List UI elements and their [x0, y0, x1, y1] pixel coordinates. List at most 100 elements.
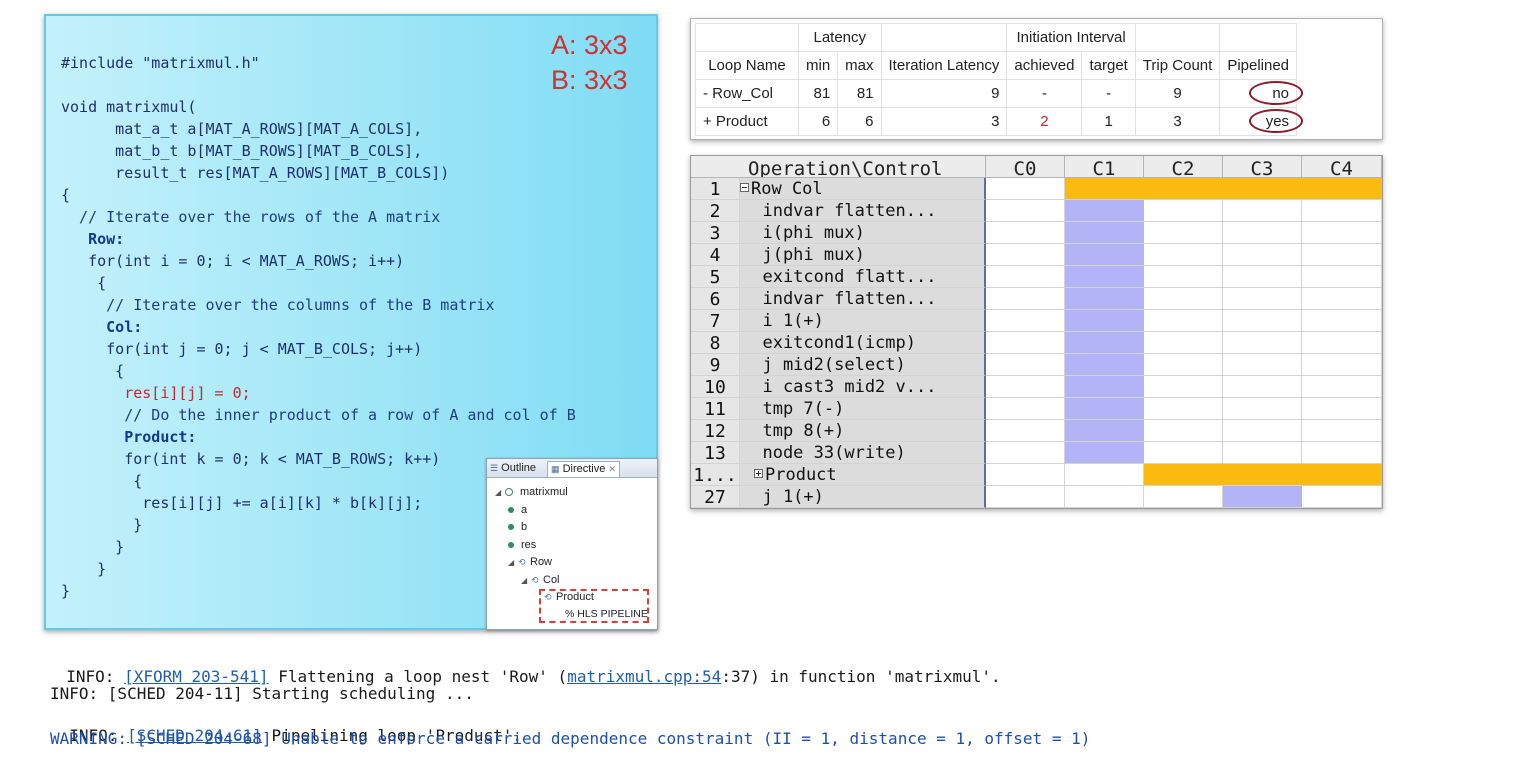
- schedule-row[interactable]: 4 j(phi mux): [691, 244, 1382, 266]
- control-step-cell[interactable]: [1144, 266, 1223, 288]
- control-step-cell[interactable]: [1144, 486, 1223, 508]
- schedule-row[interactable]: 11 tmp 7(-): [691, 398, 1382, 420]
- control-step-cell[interactable]: [986, 398, 1065, 420]
- expand-triangle-icon[interactable]: ◢: [521, 572, 531, 589]
- tree-item[interactable]: ◢ ⟲ Col: [521, 572, 560, 589]
- control-step-cell[interactable]: [986, 310, 1065, 332]
- control-step-cell[interactable]: [1223, 376, 1302, 398]
- control-step-cell[interactable]: [1302, 354, 1382, 376]
- control-step-cell[interactable]: [1065, 486, 1144, 508]
- control-step-cell[interactable]: [1065, 222, 1144, 244]
- control-step-cell[interactable]: [1302, 222, 1382, 244]
- control-step-cell[interactable]: [1223, 222, 1302, 244]
- loop-row[interactable]: - Row_Col 81 81 9- -9 no: [695, 79, 1298, 108]
- schedule-row[interactable]: 12 tmp 8(+): [691, 420, 1382, 442]
- expand-icon[interactable]: [754, 469, 763, 478]
- schedule-row[interactable]: 27 j 1(+): [691, 486, 1382, 508]
- control-step-cell[interactable]: [986, 354, 1065, 376]
- tab-directive[interactable]: ▦ Directive ✕: [547, 461, 620, 477]
- control-step-cell[interactable]: [1302, 200, 1382, 222]
- control-step-cell[interactable]: [1302, 442, 1382, 464]
- control-step-cell[interactable]: [1223, 464, 1302, 486]
- schedule-row[interactable]: 6 indvar flatten...: [691, 288, 1382, 310]
- control-step-header[interactable]: C2: [1144, 156, 1223, 178]
- control-step-cell[interactable]: [1144, 354, 1223, 376]
- control-step-cell[interactable]: [1223, 354, 1302, 376]
- close-icon[interactable]: ✕: [608, 464, 616, 474]
- control-step-cell[interactable]: [1302, 420, 1382, 442]
- control-step-cell[interactable]: [1144, 310, 1223, 332]
- control-step-cell[interactable]: [1223, 420, 1302, 442]
- schedule-row[interactable]: 1... Product: [691, 464, 1382, 486]
- control-step-cell[interactable]: [986, 442, 1065, 464]
- control-step-cell[interactable]: [1144, 178, 1223, 200]
- schedule-row[interactable]: 7 i 1(+): [691, 310, 1382, 332]
- control-step-header[interactable]: C3: [1223, 156, 1302, 178]
- control-step-cell[interactable]: [1302, 310, 1382, 332]
- control-step-cell[interactable]: [1302, 376, 1382, 398]
- control-step-cell[interactable]: [1065, 464, 1144, 486]
- schedule-row[interactable]: 3 i(phi mux): [691, 222, 1382, 244]
- control-step-cell[interactable]: [1223, 266, 1302, 288]
- control-step-cell[interactable]: [1302, 244, 1382, 266]
- control-step-cell[interactable]: [1144, 442, 1223, 464]
- control-step-header[interactable]: C0: [986, 156, 1065, 178]
- control-step-cell[interactable]: [1144, 332, 1223, 354]
- control-step-cell[interactable]: [1144, 398, 1223, 420]
- control-step-cell[interactable]: [1065, 244, 1144, 266]
- schedule-row[interactable]: 9 j mid2(select): [691, 354, 1382, 376]
- control-step-cell[interactable]: [1302, 288, 1382, 310]
- control-step-cell[interactable]: [1065, 354, 1144, 376]
- schedule-row[interactable]: 1 Row Col: [691, 178, 1382, 200]
- source-file-link[interactable]: matrixmul.cpp:54: [567, 667, 721, 686]
- control-step-cell[interactable]: [1223, 178, 1302, 200]
- tree-item[interactable]: ◢ ⟲ Row: [508, 554, 552, 571]
- tree-item[interactable]: a: [508, 502, 527, 519]
- control-step-header[interactable]: C4: [1302, 156, 1382, 178]
- schedule-row[interactable]: 5 exitcond flatt...: [691, 266, 1382, 288]
- control-step-cell[interactable]: [1065, 178, 1144, 200]
- control-step-cell[interactable]: [1302, 464, 1382, 486]
- schedule-row[interactable]: 8 exitcond1(icmp): [691, 332, 1382, 354]
- loop-row[interactable]: + Product 6 6 3 2 1 3 yes: [695, 107, 1298, 136]
- control-step-cell[interactable]: [1223, 288, 1302, 310]
- control-step-cell[interactable]: [986, 420, 1065, 442]
- control-step-cell[interactable]: [1065, 376, 1144, 398]
- control-step-cell[interactable]: [1144, 288, 1223, 310]
- tab-outline[interactable]: ☰ Outline: [490, 461, 536, 476]
- control-step-cell[interactable]: [1223, 442, 1302, 464]
- schedule-row[interactable]: 10 i cast3 mid2 v...: [691, 376, 1382, 398]
- control-step-cell[interactable]: [1302, 486, 1382, 508]
- control-step-cell[interactable]: [986, 200, 1065, 222]
- tree-item[interactable]: ◢ matrixmul: [495, 484, 568, 501]
- control-step-cell[interactable]: [1223, 310, 1302, 332]
- control-step-cell[interactable]: [986, 222, 1065, 244]
- expand-triangle-icon[interactable]: ◢: [508, 554, 518, 571]
- expand-triangle-icon[interactable]: ◢: [495, 484, 505, 501]
- control-step-cell[interactable]: [1144, 222, 1223, 244]
- control-step-cell[interactable]: [1065, 398, 1144, 420]
- control-step-cell[interactable]: [1302, 332, 1382, 354]
- schedule-row[interactable]: 2 indvar flatten...: [691, 200, 1382, 222]
- control-step-cell[interactable]: [986, 244, 1065, 266]
- tree-item[interactable]: res: [508, 537, 536, 554]
- control-step-cell[interactable]: [1302, 266, 1382, 288]
- control-step-cell[interactable]: [1144, 200, 1223, 222]
- schedule-row[interactable]: 13 node 33(write): [691, 442, 1382, 464]
- control-step-cell[interactable]: [986, 464, 1065, 486]
- control-step-cell[interactable]: [1065, 310, 1144, 332]
- control-step-cell[interactable]: [1065, 266, 1144, 288]
- control-step-cell[interactable]: [1223, 244, 1302, 266]
- control-step-cell[interactable]: [986, 332, 1065, 354]
- control-step-cell[interactable]: [1144, 420, 1223, 442]
- control-step-cell[interactable]: [1223, 200, 1302, 222]
- control-step-cell[interactable]: [1223, 398, 1302, 420]
- operation-column-header[interactable]: Operation\Control S...: [691, 156, 986, 178]
- control-step-cell[interactable]: [1223, 486, 1302, 508]
- collapse-icon[interactable]: [740, 183, 749, 192]
- control-step-cell[interactable]: [1302, 178, 1382, 200]
- control-step-cell[interactable]: [1144, 464, 1223, 486]
- control-step-header[interactable]: C1: [1065, 156, 1144, 178]
- control-step-cell[interactable]: [1065, 200, 1144, 222]
- control-step-cell[interactable]: [1065, 420, 1144, 442]
